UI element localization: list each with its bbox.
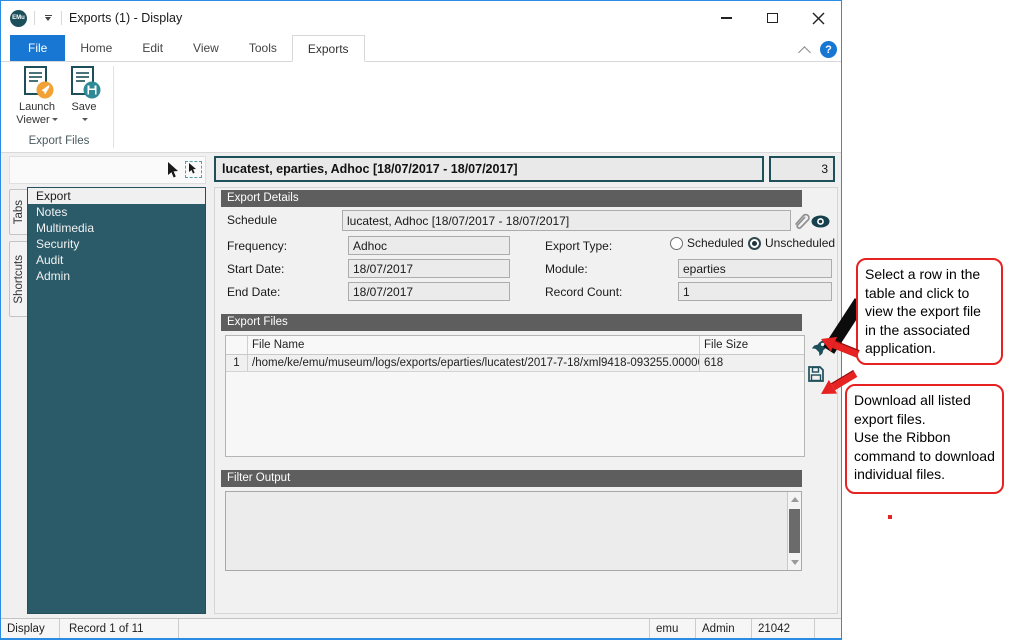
close-icon <box>812 12 825 25</box>
status-server: emu <box>650 619 695 638</box>
status-user: Admin <box>696 619 751 638</box>
sidebar-item-security[interactable]: Security <box>28 236 205 252</box>
radio-scheduled-icon <box>670 237 683 250</box>
section-export-files: Export Files <box>221 314 802 331</box>
schedule-field[interactable]: lucatest, Adhoc [18/07/2017 - 18/07/2017… <box>342 210 791 231</box>
filter-output-textarea[interactable] <box>225 491 802 571</box>
save-icon <box>66 65 102 101</box>
minimize-icon <box>721 17 732 18</box>
radio-unscheduled[interactable]: Unscheduled <box>748 236 835 250</box>
close-button[interactable] <box>795 1 841 35</box>
status-mode: Display <box>1 619 59 638</box>
table-row[interactable]: 1 /home/ke/emu/museum/logs/exports/epart… <box>226 355 804 372</box>
scroll-up-icon[interactable] <box>791 497 799 502</box>
maximize-icon <box>767 13 778 23</box>
record-count-field[interactable]: 1 <box>678 282 832 301</box>
titlebar-divider <box>34 11 35 25</box>
scroll-down-icon[interactable] <box>791 560 799 565</box>
ribbon-group-label: Export Files <box>11 135 107 147</box>
client-area: Tabs Shortcuts Export Notes Multimedia S… <box>1 153 841 619</box>
dropdown-arrow-icon <box>52 118 58 121</box>
titlebar-divider <box>61 11 62 25</box>
titlebar: EMu Exports (1) - Display <box>1 1 841 35</box>
attachment-paperclip-icon[interactable] <box>792 210 810 232</box>
window-controls <box>703 1 841 35</box>
record-count-label: Record Count: <box>545 285 622 299</box>
tab-edit[interactable]: Edit <box>127 35 178 61</box>
tab-view[interactable]: View <box>178 35 234 61</box>
tab-file[interactable]: File <box>10 35 65 61</box>
status-record-position: Record 1 of 11 <box>60 619 178 638</box>
frequency-label: Frequency: <box>227 239 287 253</box>
launch-viewer-button[interactable]: Launch Viewer <box>11 65 63 135</box>
end-date-field[interactable]: 18/07/2017 <box>348 282 510 301</box>
record-toolbar <box>9 156 206 184</box>
section-export-details: Export Details <box>221 190 802 207</box>
radio-unscheduled-icon <box>748 237 761 250</box>
start-date-field[interactable]: 18/07/2017 <box>348 259 510 278</box>
maximize-button[interactable] <box>749 1 795 35</box>
table-header-row: File Name File Size <box>226 336 804 355</box>
pointer-cursor-icon[interactable] <box>166 162 180 179</box>
download-save-icon[interactable] <box>807 365 825 383</box>
view-eye-icon[interactable] <box>811 215 830 228</box>
record-summary-bar: lucatest, eparties, Adhoc [18/07/2017 - … <box>214 156 764 182</box>
export-files-table: File Name File Size 1 /home/ke/emu/museu… <box>225 335 805 457</box>
callout-view-export: Select a row in the table and click to v… <box>856 258 1003 365</box>
sidebar-item-audit[interactable]: Audit <box>28 252 205 268</box>
sidebar-item-export[interactable]: Export <box>28 188 205 204</box>
tab-tools[interactable]: Tools <box>234 35 292 61</box>
marquee-select-icon[interactable] <box>185 161 202 178</box>
statusbar: Display Record 1 of 11 emu Admin 21042 <box>1 618 841 638</box>
dropdown-arrow-icon <box>82 118 88 121</box>
file-size-header[interactable]: File Size <box>700 336 804 354</box>
save-button[interactable]: Save <box>63 65 105 135</box>
radio-scheduled[interactable]: Scheduled <box>670 236 744 250</box>
rail-tab-tabs[interactable]: Tabs <box>9 189 27 235</box>
start-date-label: Start Date: <box>227 262 284 276</box>
launch-viewer-icon <box>19 65 55 101</box>
sidebar-item-notes[interactable]: Notes <box>28 204 205 220</box>
tab-home[interactable]: Home <box>65 35 127 61</box>
app-window: EMu Exports (1) - Display File Home Edit… <box>0 0 842 640</box>
rail-tab-shortcuts[interactable]: Shortcuts <box>9 241 27 317</box>
row-number-header <box>226 336 248 354</box>
scrollbar-thumb[interactable] <box>789 509 800 553</box>
quick-access-dropdown-icon[interactable] <box>42 15 54 21</box>
minimize-button[interactable] <box>703 1 749 35</box>
frequency-field[interactable]: Adhoc <box>348 236 510 255</box>
ribbon-tab-row: File Home Edit View Tools Exports <box>1 35 841 62</box>
record-content: lucatest, eparties, Adhoc [18/07/2017 - … <box>214 156 838 614</box>
vertical-scrollbar[interactable] <box>787 492 801 570</box>
help-icon[interactable]: ? <box>820 41 837 58</box>
ribbon-group-divider <box>113 66 114 148</box>
status-port: 21042 <box>752 619 814 638</box>
module-label: Module: <box>545 262 588 276</box>
ribbon: Launch Viewer Save Export Files <box>1 62 841 153</box>
export-type-label: Export Type: <box>545 239 612 253</box>
stray-red-dot <box>888 515 892 519</box>
section-filter-output: Filter Output <box>221 470 802 487</box>
callout-download-exports: Download all listed export files. Use th… <box>845 384 1004 494</box>
sidebar-item-multimedia[interactable]: Multimedia <box>28 220 205 236</box>
record-count-box: 3 <box>769 156 835 182</box>
module-field[interactable]: eparties <box>678 259 832 278</box>
emu-logo-icon[interactable]: EMu <box>10 10 27 27</box>
export-tab-panel: Export Details Schedule lucatest, Adhoc … <box>214 187 838 614</box>
sidebar-tab-list: Export Notes Multimedia Security Audit A… <box>27 187 206 614</box>
sidebar-item-admin[interactable]: Admin <box>28 268 205 284</box>
tab-exports[interactable]: Exports <box>292 35 365 62</box>
schedule-label: Schedule <box>227 213 277 227</box>
file-name-header[interactable]: File Name <box>248 336 700 354</box>
end-date-label: End Date: <box>227 285 280 299</box>
window-title: Exports (1) - Display <box>69 11 182 25</box>
